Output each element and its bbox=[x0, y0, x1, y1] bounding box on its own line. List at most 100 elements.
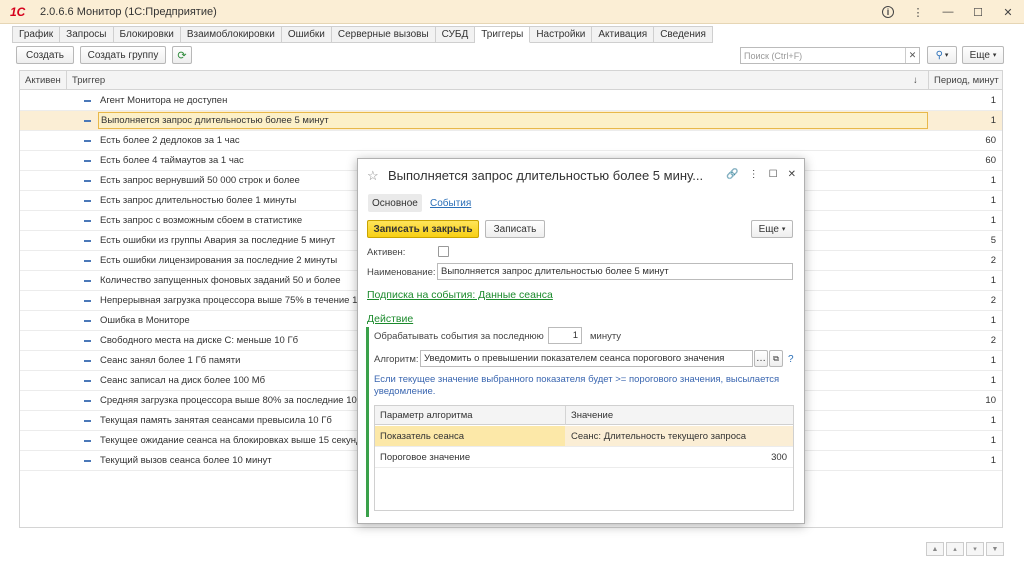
chevron-down-icon: ▾ bbox=[992, 52, 997, 59]
more-vertical-icon[interactable]: ⋮ bbox=[749, 169, 759, 180]
item-marker-icon bbox=[84, 340, 91, 342]
item-marker-icon bbox=[84, 460, 91, 462]
action-link[interactable]: Действие bbox=[367, 313, 413, 325]
active-checkbox[interactable] bbox=[438, 246, 449, 257]
tab-deadlocks[interactable]: Взаимоблокировки bbox=[180, 26, 282, 43]
chevron-down-icon: ▾ bbox=[781, 226, 786, 233]
save-and-close-button[interactable]: Записать и закрыть bbox=[367, 220, 479, 238]
trigger-name: Есть ошибки из группы Авария за последни… bbox=[100, 235, 336, 246]
trigger-name: Сеанс записал на диск более 100 Мб bbox=[100, 375, 266, 386]
maximize-button[interactable]: ☐ bbox=[970, 4, 986, 20]
item-marker-icon bbox=[84, 180, 91, 182]
more-menu-button[interactable]: ⋮ bbox=[910, 4, 926, 20]
tab-locks[interactable]: Блокировки bbox=[113, 26, 181, 43]
dialog-more-button[interactable]: Еще ▾ bbox=[751, 220, 793, 238]
more-label: Еще bbox=[969, 49, 990, 61]
param-value: Сеанс: Длительность текущего запроса bbox=[571, 431, 747, 442]
search-input[interactable]: Поиск (Ctrl+F) ✕ bbox=[740, 47, 920, 64]
tab-dbms[interactable]: СУБД bbox=[435, 26, 476, 43]
scroll-buttons: ▲ ▴ ▾ ▼ bbox=[926, 542, 1004, 556]
scroll-top-button[interactable]: ▲ bbox=[926, 542, 944, 556]
tab-server-calls[interactable]: Серверные вызовы bbox=[331, 26, 436, 43]
tab-activation[interactable]: Активация bbox=[592, 26, 655, 43]
trigger-period: 1 bbox=[990, 275, 996, 286]
table-row[interactable]: Есть более 2 дедлоков за 1 час 60 bbox=[20, 131, 1002, 151]
trigger-name: Агент Монитора не доступен bbox=[100, 95, 228, 106]
link-icon[interactable]: 🔗 bbox=[726, 169, 738, 180]
trigger-name: Есть более 4 таймаутов за 1 час bbox=[100, 155, 244, 166]
maximize-icon[interactable]: ☐ bbox=[769, 169, 778, 180]
clear-search-button[interactable]: ✕ bbox=[905, 48, 919, 63]
header-period[interactable]: Период, минут bbox=[934, 75, 999, 86]
item-marker-icon bbox=[84, 320, 91, 322]
trigger-period: 10 bbox=[985, 395, 996, 406]
trigger-name: Сеанс занял более 1 Гб памяти bbox=[100, 355, 241, 366]
trigger-period: 60 bbox=[985, 155, 996, 166]
trigger-period: 1 bbox=[990, 175, 996, 186]
item-marker-icon bbox=[84, 240, 91, 242]
tab-graph[interactable]: График bbox=[12, 26, 61, 43]
header-active[interactable]: Активен bbox=[25, 75, 61, 86]
create-group-button[interactable]: Создать группу bbox=[80, 46, 166, 64]
search-placeholder: Поиск (Ctrl+F) bbox=[744, 50, 803, 61]
active-label: Активен: bbox=[367, 247, 406, 258]
item-marker-icon bbox=[84, 220, 91, 222]
algorithm-open-button[interactable]: ⧉ bbox=[769, 350, 783, 367]
minimize-icon: — bbox=[942, 6, 954, 18]
trigger-name: Есть ошибки лицензирования за последние … bbox=[100, 255, 338, 266]
more-button[interactable]: Еще ▾ bbox=[962, 46, 1004, 64]
save-button[interactable]: Записать bbox=[485, 220, 545, 238]
window-title: 2.0.6.6 Монитор (1С:Предприятие) bbox=[40, 5, 217, 18]
params-header-param: Параметр алгоритма bbox=[380, 410, 473, 421]
dialog-title: Выполняется запрос длительностью более 5… bbox=[388, 168, 704, 183]
trigger-dialog: ☆ Выполняется запрос длительностью более… bbox=[357, 158, 805, 524]
table-row[interactable]: Показатель сеанса Сеанс: Длительность те… bbox=[375, 426, 793, 447]
algorithm-field[interactable]: Уведомить о превышении показателем сеанс… bbox=[420, 350, 753, 367]
params-header: Параметр алгоритма Значение bbox=[375, 406, 793, 425]
trigger-period: 1 bbox=[990, 95, 996, 106]
param-value: 300 bbox=[771, 452, 787, 463]
minimize-button[interactable]: — bbox=[940, 4, 956, 20]
scroll-up-button[interactable]: ▴ bbox=[946, 542, 964, 556]
trigger-period: 1 bbox=[990, 355, 996, 366]
tab-about[interactable]: Сведения bbox=[654, 26, 713, 43]
item-marker-icon bbox=[84, 420, 91, 422]
scroll-down-button[interactable]: ▾ bbox=[966, 542, 984, 556]
info-button[interactable]: i bbox=[880, 4, 896, 20]
process-minutes-field[interactable]: 1 bbox=[548, 327, 582, 344]
tab-triggers[interactable]: Триггеры bbox=[475, 26, 531, 43]
trigger-name: Количество запущенных фоновых заданий 50… bbox=[100, 275, 341, 286]
help-icon[interactable]: ? bbox=[788, 354, 794, 365]
tab-settings[interactable]: Настройки bbox=[530, 26, 593, 43]
more-vertical-icon: ⋮ bbox=[912, 6, 924, 19]
star-icon[interactable]: ☆ bbox=[367, 168, 379, 184]
close-icon[interactable]: ✕ bbox=[788, 169, 796, 180]
subscription-link[interactable]: Подписка на события: Данные сеанса bbox=[367, 289, 553, 301]
trigger-name: Есть запрос вернувший 50 000 строк и бол… bbox=[100, 175, 300, 186]
trigger-period: 2 bbox=[990, 295, 996, 306]
table-row[interactable]: Выполняется запрос длительностью более 5… bbox=[20, 111, 1002, 131]
trigger-period: 1 bbox=[990, 415, 996, 426]
tab-events[interactable]: События bbox=[426, 194, 475, 212]
create-button[interactable]: Создать bbox=[16, 46, 74, 64]
trigger-name: Свободного места на диске С: меньше 10 Г… bbox=[100, 335, 299, 346]
algorithm-label: Алгоритм: bbox=[374, 354, 419, 365]
sort-down-icon: ↓ bbox=[913, 75, 918, 86]
tab-queries[interactable]: Запросы bbox=[60, 26, 114, 43]
name-field[interactable]: Выполняется запрос длительностью более 5… bbox=[437, 263, 793, 280]
item-marker-icon bbox=[84, 200, 91, 202]
tab-errors[interactable]: Ошибки bbox=[281, 26, 332, 43]
search-button[interactable]: ⚲ ▾ bbox=[927, 46, 957, 64]
close-button[interactable]: ✕ bbox=[1000, 4, 1016, 20]
item-marker-icon bbox=[84, 280, 91, 282]
algorithm-params-table[interactable]: Параметр алгоритма Значение Показатель с… bbox=[374, 405, 794, 511]
refresh-button[interactable]: ⟳ bbox=[172, 46, 192, 64]
table-row[interactable]: Пороговое значение 300 bbox=[375, 447, 793, 468]
table-row[interactable]: Агент Монитора не доступен 1 bbox=[20, 91, 1002, 111]
header-trigger[interactable]: Триггер bbox=[72, 75, 105, 86]
trigger-period: 1 bbox=[990, 315, 996, 326]
scroll-bottom-button[interactable]: ▼ bbox=[986, 542, 1004, 556]
param-name: Показатель сеанса bbox=[380, 431, 465, 442]
algorithm-select-button[interactable]: … bbox=[754, 350, 768, 367]
tab-main[interactable]: Основное bbox=[368, 194, 422, 212]
